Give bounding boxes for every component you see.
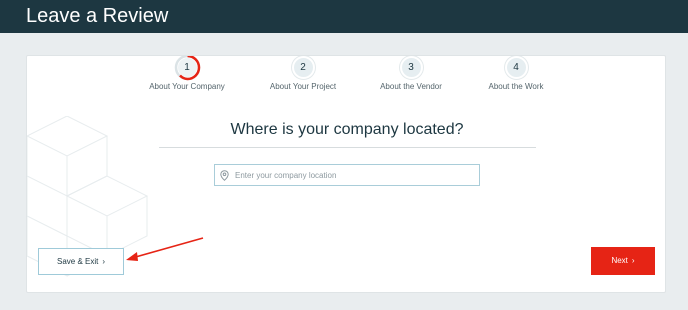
step-about-the-vendor[interactable]: 3 About the Vendor (351, 56, 471, 91)
save-exit-label: Save & Exit (56, 257, 99, 266)
progress-steps: 1 About Your Company 2 About Your Projec… (27, 56, 665, 96)
step-about-the-work[interactable]: 4 About the Work (456, 56, 576, 91)
next-button[interactable]: Next › (591, 247, 655, 275)
location-field[interactable] (214, 164, 480, 186)
step-number-circle: 1 (174, 56, 200, 81)
review-card: 1 About Your Company 2 About Your Projec… (26, 55, 666, 293)
chevron-right-icon: › (102, 257, 106, 266)
question-heading: Where is your company located? (230, 121, 464, 138)
step-number: 4 (513, 62, 519, 73)
step-about-your-project[interactable]: 2 About Your Project (243, 56, 363, 91)
step-number: 2 (300, 62, 306, 73)
step-label: About the Work (488, 82, 544, 91)
step-number: 3 (408, 62, 414, 73)
step-about-your-company[interactable]: 1 About Your Company (127, 56, 247, 91)
step-label: About Your Project (269, 82, 337, 91)
heading-divider (159, 147, 536, 148)
step-number: 1 (184, 62, 190, 73)
next-label: Next (611, 256, 628, 265)
step-label: About Your Company (149, 82, 225, 91)
map-pin-icon (220, 170, 229, 181)
step-number-circle: 3 (399, 56, 423, 79)
header-bar: Leave a Review (0, 0, 688, 33)
step-label: About the Vendor (380, 82, 442, 91)
page-title: Leave a Review (26, 5, 169, 27)
step-number-circle: 2 (291, 56, 315, 79)
location-input[interactable] (235, 165, 473, 185)
chevron-right-icon: › (631, 256, 635, 265)
step-number-circle: 4 (504, 56, 528, 79)
save-exit-button[interactable]: Save & Exit › (38, 248, 124, 275)
